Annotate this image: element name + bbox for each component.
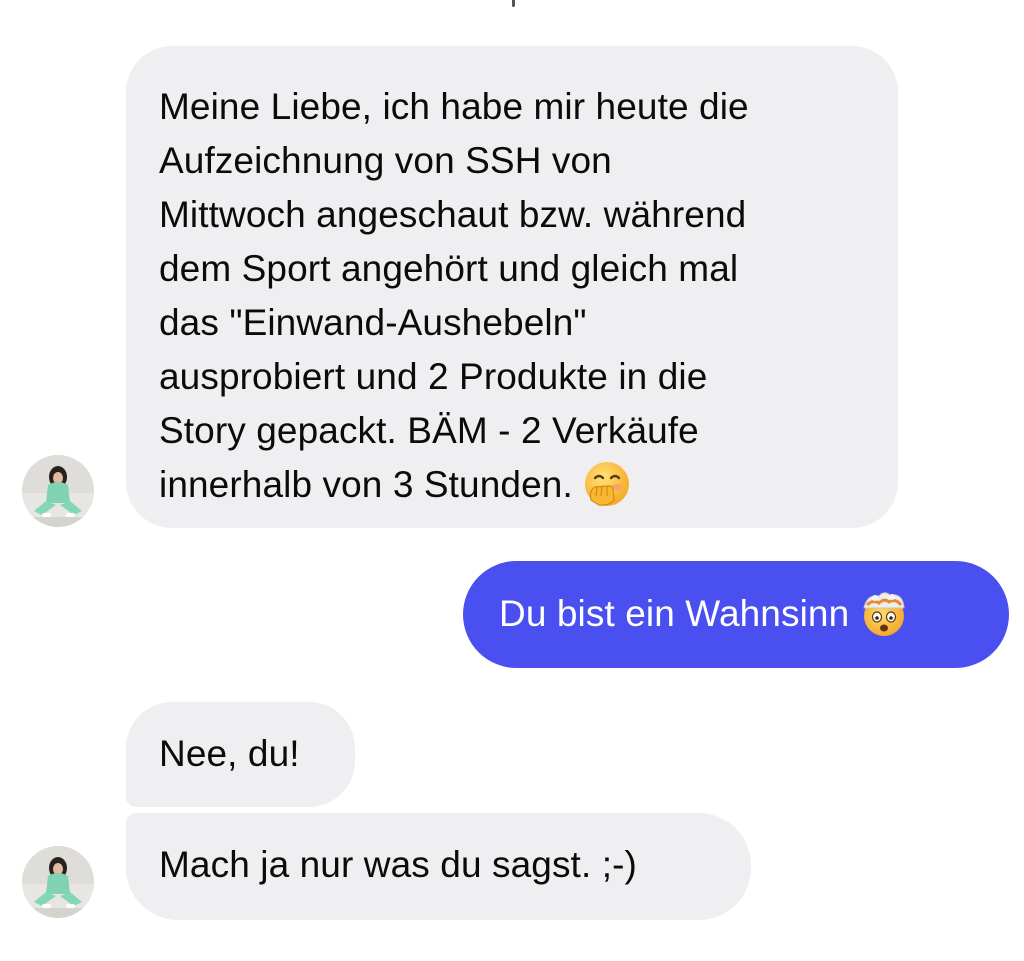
message-line: Meine Liebe, ich habe mir heute die: [159, 86, 749, 127]
message-line: Story gepackt. BÄM - 2 Verkäufe: [159, 410, 699, 451]
contact-avatar[interactable]: [22, 455, 94, 527]
incoming-message-bubble[interactable]: Meine Liebe, ich habe mir heute die Aufz…: [126, 46, 898, 528]
message-text: Du bist ein Wahnsinn: [499, 593, 850, 634]
incoming-message-bubble[interactable]: Mach ja nur was du sagst. ;-): [126, 813, 751, 920]
outgoing-message-bubble[interactable]: Du bist ein Wahnsinn: [463, 561, 1009, 668]
scroll-indicator: [512, 0, 515, 7]
contact-avatar[interactable]: [22, 846, 94, 918]
message-text: Mach ja nur was du sagst. ;-): [159, 844, 637, 885]
face-with-hand-over-mouth-emoji: [583, 460, 631, 508]
message-line: ausprobiert und 2 Produkte in die: [159, 356, 708, 397]
message-line: Aufzeichnung von SSH von: [159, 140, 612, 181]
exploding-head-emoji: [859, 588, 909, 638]
message-line: das "Einwand-Aushebeln": [159, 302, 587, 343]
message-line: innerhalb von 3 Stunden.: [159, 464, 573, 505]
incoming-message-bubble[interactable]: Nee, du!: [126, 702, 355, 807]
message-line: Mittwoch angeschaut bzw. während: [159, 194, 747, 235]
message-text: Nee, du!: [159, 733, 300, 774]
message-line: dem Sport angehört und gleich mal: [159, 248, 739, 289]
